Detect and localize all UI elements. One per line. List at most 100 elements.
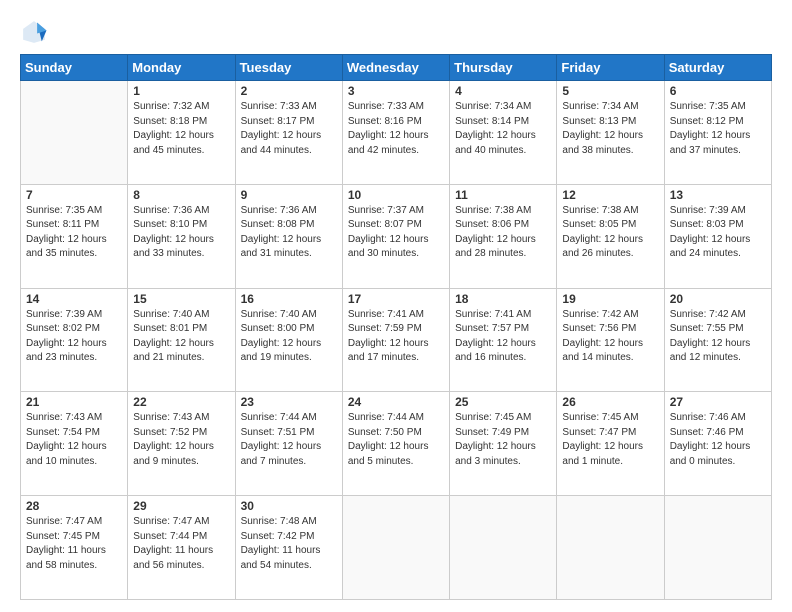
day-number: 21	[26, 395, 122, 409]
day-number: 20	[670, 292, 766, 306]
calendar-cell: 18 Sunrise: 7:41 AMSunset: 7:57 PMDayligh…	[450, 288, 557, 392]
day-number: 12	[562, 188, 658, 202]
day-info: Sunrise: 7:33 AMSunset: 8:16 PMDaylight:…	[348, 100, 444, 158]
day-number: 3	[348, 84, 444, 98]
calendar-cell: 10 Sunrise: 7:37 AMSunset: 8:07 PMDayligh…	[342, 184, 449, 288]
calendar-cell: 25 Sunrise: 7:45 AMSunset: 7:49 PMDayligh…	[450, 392, 557, 496]
calendar-cell: 22 Sunrise: 7:43 AMSunset: 7:52 PMDayligh…	[128, 392, 235, 496]
calendar-cell: 30 Sunrise: 7:48 AMSunset: 7:42 PMDayligh…	[235, 496, 342, 600]
day-number: 26	[562, 395, 658, 409]
day-number: 22	[133, 395, 229, 409]
page: SundayMondayTuesdayWednesdayThursdayFrid…	[0, 0, 792, 612]
day-info: Sunrise: 7:44 AMSunset: 7:51 PMDaylight:…	[241, 411, 337, 469]
logo	[20, 18, 50, 46]
day-info: Sunrise: 7:39 AMSunset: 8:03 PMDaylight:…	[670, 204, 766, 262]
day-number: 18	[455, 292, 551, 306]
calendar-header-monday: Monday	[128, 55, 235, 81]
day-number: 23	[241, 395, 337, 409]
day-info: Sunrise: 7:45 AMSunset: 7:47 PMDaylight:…	[562, 411, 658, 469]
day-info: Sunrise: 7:45 AMSunset: 7:49 PMDaylight:…	[455, 411, 551, 469]
day-number: 8	[133, 188, 229, 202]
calendar-cell: 23 Sunrise: 7:44 AMSunset: 7:51 PMDayligh…	[235, 392, 342, 496]
calendar-week-row: 1 Sunrise: 7:32 AMSunset: 8:18 PMDaylight…	[21, 81, 772, 185]
day-info: Sunrise: 7:41 AMSunset: 7:57 PMDaylight:…	[455, 308, 551, 366]
calendar-cell: 6 Sunrise: 7:35 AMSunset: 8:12 PMDaylight…	[664, 81, 771, 185]
calendar-cell: 14 Sunrise: 7:39 AMSunset: 8:02 PMDayligh…	[21, 288, 128, 392]
day-info: Sunrise: 7:36 AMSunset: 8:10 PMDaylight:…	[133, 204, 229, 262]
logo-icon	[20, 18, 48, 46]
day-number: 11	[455, 188, 551, 202]
day-number: 19	[562, 292, 658, 306]
day-number: 9	[241, 188, 337, 202]
day-info: Sunrise: 7:34 AMSunset: 8:14 PMDaylight:…	[455, 100, 551, 158]
day-number: 24	[348, 395, 444, 409]
header	[20, 18, 772, 46]
day-info: Sunrise: 7:41 AMSunset: 7:59 PMDaylight:…	[348, 308, 444, 366]
day-info: Sunrise: 7:39 AMSunset: 8:02 PMDaylight:…	[26, 308, 122, 366]
day-number: 17	[348, 292, 444, 306]
day-info: Sunrise: 7:32 AMSunset: 8:18 PMDaylight:…	[133, 100, 229, 158]
day-info: Sunrise: 7:48 AMSunset: 7:42 PMDaylight:…	[241, 515, 337, 573]
calendar-cell: 2Sunrise: 7:33 AMSunset: 8:17 PMDaylight…	[235, 81, 342, 185]
calendar-header-row: SundayMondayTuesdayWednesdayThursdayFrid…	[21, 55, 772, 81]
day-number: 6	[670, 84, 766, 98]
day-number: 25	[455, 395, 551, 409]
calendar-cell: 19 Sunrise: 7:42 AMSunset: 7:56 PMDayligh…	[557, 288, 664, 392]
day-number: 1	[133, 84, 229, 98]
day-info: Sunrise: 7:36 AMSunset: 8:08 PMDaylight:…	[241, 204, 337, 262]
day-info: Sunrise: 7:35 AMSunset: 8:11 PMDaylight:…	[26, 204, 122, 262]
calendar-header-thursday: Thursday	[450, 55, 557, 81]
calendar-cell: 11 Sunrise: 7:38 AMSunset: 8:06 PMDayligh…	[450, 184, 557, 288]
calendar-cell: 17 Sunrise: 7:41 AMSunset: 7:59 PMDayligh…	[342, 288, 449, 392]
calendar-cell	[342, 496, 449, 600]
day-number: 27	[670, 395, 766, 409]
day-number: 30	[241, 499, 337, 513]
calendar-cell: 12 Sunrise: 7:38 AMSunset: 8:05 PMDayligh…	[557, 184, 664, 288]
day-info: Sunrise: 7:34 AMSunset: 8:13 PMDaylight:…	[562, 100, 658, 158]
day-info: Sunrise: 7:43 AMSunset: 7:52 PMDaylight:…	[133, 411, 229, 469]
day-info: Sunrise: 7:38 AMSunset: 8:06 PMDaylight:…	[455, 204, 551, 262]
day-info: Sunrise: 7:42 AMSunset: 7:55 PMDaylight:…	[670, 308, 766, 366]
calendar-week-row: 21Sunrise: 7:43 AMSunset: 7:54 PMDayligh…	[21, 392, 772, 496]
calendar-cell: 20 Sunrise: 7:42 AMSunset: 7:55 PMDayligh…	[664, 288, 771, 392]
day-info: Sunrise: 7:33 AMSunset: 8:17 PMDaylight:…	[241, 100, 337, 158]
day-info: Sunrise: 7:38 AMSunset: 8:05 PMDaylight:…	[562, 204, 658, 262]
calendar-cell: 5Sunrise: 7:34 AMSunset: 8:13 PMDaylight…	[557, 81, 664, 185]
day-info: Sunrise: 7:37 AMSunset: 8:07 PMDaylight:…	[348, 204, 444, 262]
calendar-cell: 13 Sunrise: 7:39 AMSunset: 8:03 PMDayligh…	[664, 184, 771, 288]
day-info: Sunrise: 7:46 AMSunset: 7:46 PMDaylight:…	[670, 411, 766, 469]
calendar-cell: 29 Sunrise: 7:47 AMSunset: 7:44 PMDayligh…	[128, 496, 235, 600]
day-number: 7	[26, 188, 122, 202]
calendar-cell: 15Sunrise: 7:40 AMSunset: 8:01 PMDayligh…	[128, 288, 235, 392]
calendar-week-row: 14 Sunrise: 7:39 AMSunset: 8:02 PMDayligh…	[21, 288, 772, 392]
day-number: 29	[133, 499, 229, 513]
day-info: Sunrise: 7:44 AMSunset: 7:50 PMDaylight:…	[348, 411, 444, 469]
calendar-cell: 7 Sunrise: 7:35 AMSunset: 8:11 PMDaylight…	[21, 184, 128, 288]
calendar-cell	[557, 496, 664, 600]
calendar-cell	[21, 81, 128, 185]
day-info: Sunrise: 7:47 AMSunset: 7:44 PMDaylight:…	[133, 515, 229, 573]
calendar-cell: 27 Sunrise: 7:46 AMSunset: 7:46 PMDayligh…	[664, 392, 771, 496]
calendar-cell: 28Sunrise: 7:47 AMSunset: 7:45 PMDayligh…	[21, 496, 128, 600]
day-number: 4	[455, 84, 551, 98]
calendar-cell: 16 Sunrise: 7:40 AMSunset: 8:00 PMDayligh…	[235, 288, 342, 392]
day-number: 16	[241, 292, 337, 306]
day-info: Sunrise: 7:42 AMSunset: 7:56 PMDaylight:…	[562, 308, 658, 366]
calendar-cell: 26 Sunrise: 7:45 AMSunset: 7:47 PMDayligh…	[557, 392, 664, 496]
day-info: Sunrise: 7:40 AMSunset: 8:00 PMDaylight:…	[241, 308, 337, 366]
day-number: 13	[670, 188, 766, 202]
day-number: 14	[26, 292, 122, 306]
calendar-cell	[450, 496, 557, 600]
calendar-header-tuesday: Tuesday	[235, 55, 342, 81]
calendar-cell: 21Sunrise: 7:43 AMSunset: 7:54 PMDayligh…	[21, 392, 128, 496]
calendar-cell: 1 Sunrise: 7:32 AMSunset: 8:18 PMDaylight…	[128, 81, 235, 185]
calendar-table: SundayMondayTuesdayWednesdayThursdayFrid…	[20, 54, 772, 600]
day-number: 10	[348, 188, 444, 202]
day-info: Sunrise: 7:35 AMSunset: 8:12 PMDaylight:…	[670, 100, 766, 158]
day-number: 15	[133, 292, 229, 306]
calendar-week-row: 28Sunrise: 7:47 AMSunset: 7:45 PMDayligh…	[21, 496, 772, 600]
calendar-cell: 9 Sunrise: 7:36 AMSunset: 8:08 PMDaylight…	[235, 184, 342, 288]
day-number: 28	[26, 499, 122, 513]
calendar-cell: 8 Sunrise: 7:36 AMSunset: 8:10 PMDaylight…	[128, 184, 235, 288]
calendar-header-friday: Friday	[557, 55, 664, 81]
